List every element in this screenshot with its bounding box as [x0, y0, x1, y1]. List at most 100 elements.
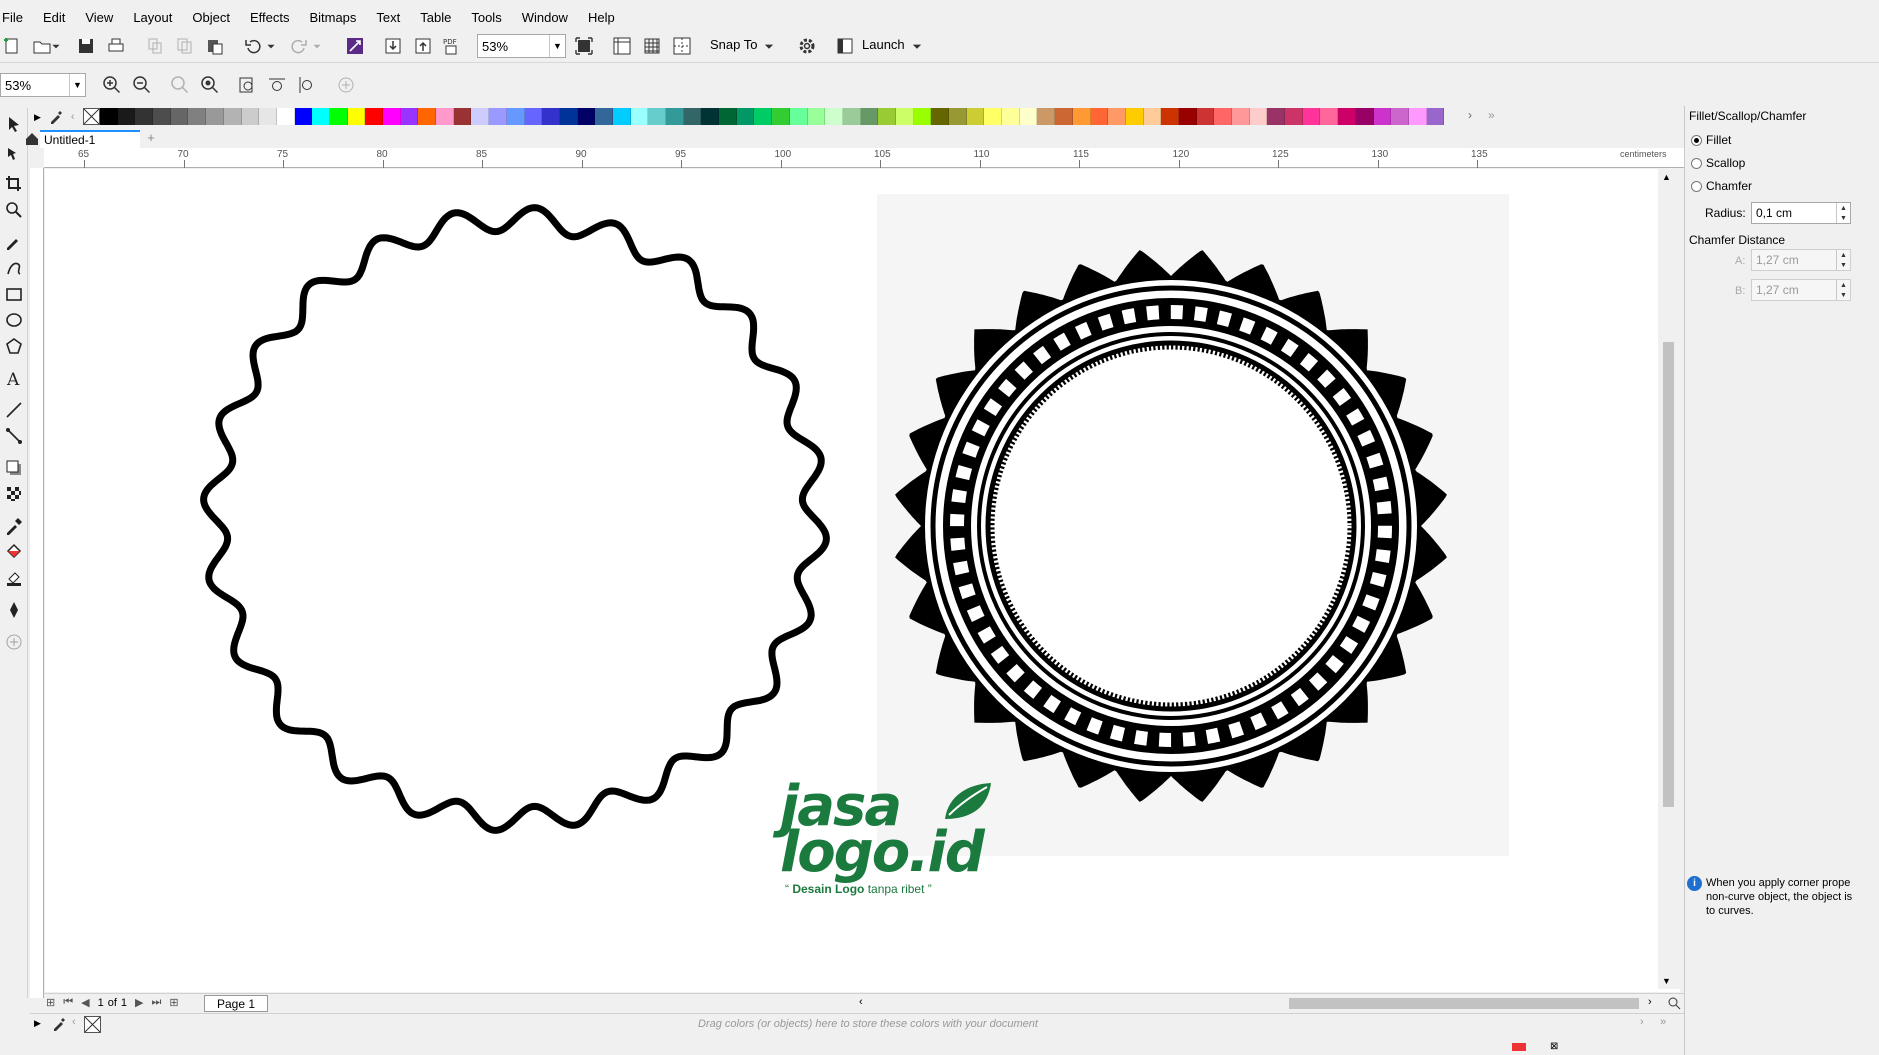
color-swatch[interactable]	[719, 108, 737, 125]
palette-flyout-icon[interactable]: ▶	[34, 112, 41, 123]
menu-tools[interactable]: Tools	[461, 10, 511, 25]
color-palette[interactable]	[100, 108, 1445, 126]
radius-input[interactable]: 0,1 cm ▲ ▼	[1751, 202, 1851, 224]
color-swatch[interactable]	[1355, 108, 1374, 125]
scallop-radio[interactable]: Scallop	[1691, 156, 1745, 170]
color-swatch[interactable]	[1019, 108, 1038, 125]
color-swatch[interactable]	[135, 108, 154, 125]
freehand-tool-icon[interactable]	[2, 230, 26, 254]
color-swatch[interactable]	[400, 108, 419, 125]
save-icon[interactable]	[74, 34, 98, 58]
color-swatch[interactable]	[383, 108, 401, 125]
color-swatch[interactable]	[1249, 108, 1268, 125]
wavy-circle-shape[interactable]	[200, 204, 830, 834]
chevron-down-icon[interactable]: ▼	[69, 74, 85, 96]
color-swatch[interactable]	[1037, 108, 1056, 125]
launch-app-icon[interactable]	[833, 34, 857, 58]
chamfer-b-input[interactable]: 1,27 cm ▲ ▼	[1751, 279, 1851, 301]
full-screen-preview-icon[interactable]	[572, 34, 596, 58]
color-swatch[interactable]	[860, 108, 879, 125]
scroll-up-icon[interactable]: ▲	[1662, 172, 1671, 182]
color-swatch[interactable]	[701, 108, 720, 125]
zoom-to-all-objects-icon[interactable]	[198, 73, 222, 97]
dimension-tool-icon[interactable]	[2, 398, 26, 422]
color-swatch[interactable]	[772, 108, 790, 125]
launch-label[interactable]: Launch	[862, 37, 905, 52]
color-swatch[interactable]	[206, 108, 224, 125]
eyedropper-icon[interactable]	[49, 110, 63, 124]
redo-icon[interactable]	[287, 34, 311, 58]
property-zoom-combo[interactable]: 53% ▼	[0, 73, 86, 97]
color-swatch[interactable]	[1072, 108, 1091, 125]
snap-to-label[interactable]: Snap To	[710, 37, 757, 52]
color-swatch[interactable]	[1426, 108, 1445, 125]
doc-palette-flyout-icon[interactable]: ▶	[34, 1018, 41, 1029]
document-tab[interactable]: Untitled-1	[40, 130, 140, 148]
color-swatch[interactable]	[807, 108, 826, 125]
show-rulers-icon[interactable]	[610, 34, 634, 58]
outline-pen-tool-icon[interactable]	[2, 598, 26, 622]
shape-tool-icon[interactable]	[2, 142, 26, 166]
drop-shadow-tool-icon[interactable]	[2, 456, 26, 480]
palette-expand-icon[interactable]: »	[1488, 108, 1508, 122]
color-swatch[interactable]	[842, 108, 861, 125]
color-swatch[interactable]	[789, 108, 808, 125]
color-swatch[interactable]	[365, 108, 383, 125]
polygon-tool-icon[interactable]	[2, 334, 26, 358]
color-swatch[interactable]	[418, 108, 437, 125]
color-swatch[interactable]	[347, 108, 366, 125]
drawing-canvas[interactable]: jasa logo.id “ Desain Logo tanpa ribet ”	[45, 169, 1680, 992]
color-swatch[interactable]	[913, 108, 932, 125]
color-swatch[interactable]	[683, 108, 702, 125]
transparency-tool-icon[interactable]	[2, 482, 26, 506]
color-swatch[interactable]	[489, 108, 507, 125]
color-swatch[interactable]	[931, 108, 949, 125]
color-swatch[interactable]	[966, 108, 985, 125]
undo-icon[interactable]	[241, 34, 265, 58]
options-gear-icon[interactable]	[795, 34, 819, 58]
menu-file[interactable]: File	[0, 10, 33, 25]
add-icon[interactable]	[334, 73, 358, 97]
new-tab-icon[interactable]: +	[143, 130, 159, 148]
color-swatch[interactable]	[612, 108, 631, 125]
cut-icon[interactable]	[143, 34, 167, 58]
first-page-icon[interactable]: ⏮	[63, 996, 73, 1009]
smart-fill-tool-icon[interactable]	[2, 566, 26, 590]
color-swatch[interactable]	[1161, 108, 1179, 125]
color-swatch[interactable]	[825, 108, 843, 125]
undo-dropdown-icon[interactable]	[265, 34, 277, 58]
crop-tool-icon[interactable]	[2, 172, 26, 196]
color-swatch[interactable]	[559, 108, 578, 125]
text-tool-icon[interactable]: A	[2, 366, 26, 390]
add-tool-icon[interactable]	[2, 630, 26, 654]
color-swatch[interactable]	[542, 108, 560, 125]
chamfer-radio[interactable]: Chamfer	[1691, 179, 1752, 193]
color-swatch[interactable]	[1320, 108, 1339, 125]
menu-table[interactable]: Table	[410, 10, 461, 25]
menu-edit[interactable]: Edit	[33, 10, 75, 25]
circular-badge-shape[interactable]	[895, 250, 1447, 802]
color-swatch[interactable]	[1090, 108, 1109, 125]
export-icon[interactable]	[411, 34, 435, 58]
connector-tool-icon[interactable]	[2, 424, 26, 448]
doc-palette-expand-icon[interactable]: »	[1660, 1016, 1666, 1028]
chamfer-a-input[interactable]: 1,27 cm ▲ ▼	[1751, 249, 1851, 271]
color-swatch[interactable]	[524, 108, 543, 125]
next-page-icon[interactable]: ▶	[135, 996, 143, 1009]
search-content-icon[interactable]	[343, 34, 367, 58]
document-palette[interactable]: ▶ ‹ Drag colors (or objects) here to sto…	[30, 1013, 1690, 1035]
color-swatch[interactable]	[595, 108, 613, 125]
color-swatch[interactable]	[1408, 108, 1427, 125]
doc-palette-right-icon[interactable]: ›	[1640, 1016, 1644, 1028]
color-swatch[interactable]	[984, 108, 1003, 125]
vertical-ruler[interactable]	[30, 168, 44, 998]
color-swatch[interactable]	[630, 108, 649, 125]
palette-scroll-left-icon[interactable]: ‹	[71, 111, 75, 123]
color-swatch[interactable]	[117, 108, 136, 125]
vertical-scroll-thumb[interactable]	[1663, 342, 1674, 807]
pick-tool-icon[interactable]	[2, 112, 26, 136]
color-swatch[interactable]	[648, 108, 666, 125]
color-swatch[interactable]	[453, 108, 472, 125]
color-swatch[interactable]	[170, 108, 189, 125]
color-swatch[interactable]	[1285, 108, 1303, 125]
